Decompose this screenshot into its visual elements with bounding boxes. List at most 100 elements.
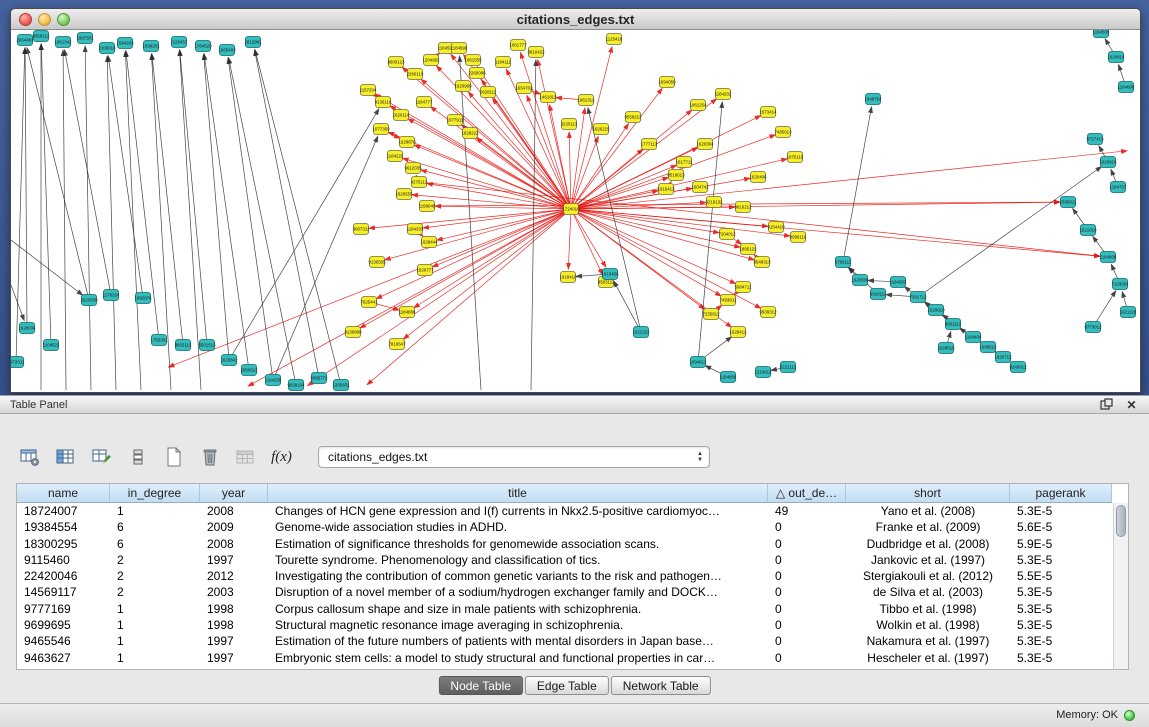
import-table-icon[interactable] bbox=[232, 445, 259, 469]
graph-node[interactable]: 1620114 bbox=[393, 110, 410, 121]
graph-node[interactable]: 1628222 bbox=[461, 128, 479, 139]
minimize-button[interactable] bbox=[38, 13, 51, 26]
graph-node[interactable]: 1961312 bbox=[577, 95, 595, 106]
edit-table-icon[interactable] bbox=[88, 445, 115, 469]
graph-node[interactable]: 9972011 bbox=[11, 357, 25, 368]
graph-edge[interactable] bbox=[414, 145, 571, 209]
graph-node[interactable]: 1694050 bbox=[658, 77, 676, 88]
graph-edge[interactable] bbox=[255, 50, 319, 378]
graph-node[interactable]: 8518613 bbox=[667, 170, 685, 181]
graph-node[interactable]: 1204962 bbox=[422, 55, 440, 66]
graph-node[interactable]: 8600123 bbox=[387, 57, 405, 68]
graph-edge[interactable] bbox=[360, 209, 571, 328]
graph-node[interactable]: 6919111 bbox=[870, 289, 887, 300]
column-header-short[interactable]: short bbox=[846, 484, 1010, 503]
graph-node[interactable]: 1620842 bbox=[220, 355, 238, 366]
graph-node[interactable]: 1620508 bbox=[851, 275, 869, 286]
graph-edge[interactable] bbox=[571, 209, 1100, 256]
graph-node[interactable]: 1628515 bbox=[937, 343, 955, 354]
network-canvas[interactable]: 1724010206448193582121061342198750121066… bbox=[11, 30, 1140, 392]
table-row[interactable]: 1830029562008Estimation of significance … bbox=[17, 536, 1128, 552]
graph-node[interactable]: 1626215 bbox=[592, 124, 610, 135]
graph-edge[interactable] bbox=[571, 209, 603, 275]
graph-edge[interactable] bbox=[571, 209, 790, 236]
graph-node[interactable]: 1184888 bbox=[399, 307, 416, 318]
graph-node[interactable]: 9612035 bbox=[404, 163, 422, 174]
graph-edge[interactable] bbox=[41, 44, 51, 345]
graph-edge[interactable] bbox=[568, 209, 571, 269]
graph-node[interactable]: 5501513 bbox=[198, 340, 216, 351]
graph-node[interactable]: 4275112 bbox=[411, 177, 428, 188]
graph-edge[interactable] bbox=[571, 151, 1127, 209]
graph-node[interactable]: 1621120 bbox=[1120, 307, 1137, 318]
tab-network-table[interactable]: Network Table bbox=[611, 676, 711, 695]
graph-node[interactable]: 1125418 bbox=[606, 34, 623, 45]
graph-edge[interactable] bbox=[27, 48, 89, 300]
graph-node[interactable]: 1628412 bbox=[729, 327, 747, 338]
graph-node[interactable]: 1918410 bbox=[559, 272, 577, 283]
graph-node[interactable]: 2012981 bbox=[244, 37, 262, 48]
close-button[interactable] bbox=[19, 13, 32, 26]
graph-node[interactable]: 1620406 bbox=[749, 172, 767, 183]
graph-node[interactable]: 7235812 bbox=[702, 309, 720, 320]
graph-node[interactable]: 9245012 bbox=[1009, 362, 1027, 373]
column-header-out_de[interactable]: △ out_de… bbox=[768, 484, 846, 503]
graph-node[interactable]: 1061777 bbox=[509, 40, 527, 51]
table-scrollbar[interactable] bbox=[1113, 503, 1128, 669]
graph-node[interactable]: 9928104 bbox=[287, 380, 305, 391]
graph-node[interactable]: 2260110 bbox=[407, 69, 424, 80]
graph-node[interactable]: 1604742 bbox=[691, 182, 709, 193]
graph-edge[interactable] bbox=[248, 209, 571, 386]
tab-node-table[interactable]: Node Table bbox=[438, 676, 523, 695]
graph-node[interactable]: 2064481 bbox=[16, 35, 34, 46]
graph-node[interactable]: 1184505 bbox=[1093, 30, 1110, 38]
function-builder-icon[interactable]: f(x) bbox=[268, 445, 295, 469]
column-header-year[interactable]: year bbox=[200, 484, 268, 503]
graph-node[interactable]: 6799111 bbox=[835, 257, 852, 268]
graph-node[interactable]: 8096110 bbox=[790, 232, 807, 243]
graph-node[interactable]: 9616212 bbox=[734, 202, 752, 213]
graph-node[interactable]: 2620509 bbox=[80, 295, 98, 306]
table-row[interactable]: 1456911722003Disruption of a novel membe… bbox=[17, 584, 1128, 600]
graph-node[interactable]: 1120457 bbox=[171, 37, 188, 48]
graph-node[interactable]: 9154410 bbox=[767, 222, 785, 233]
graph-node[interactable]: 1214612 bbox=[754, 367, 772, 378]
graph-edge[interactable] bbox=[180, 50, 201, 390]
graph-node[interactable]: 1461812 bbox=[539, 92, 557, 103]
graph-node[interactable]: 1157204 bbox=[360, 85, 377, 96]
graph-edge[interactable] bbox=[414, 209, 571, 308]
graph-edge[interactable] bbox=[419, 182, 1100, 256]
graph-node[interactable]: 1184111 bbox=[495, 57, 512, 68]
graph-edge[interactable] bbox=[63, 50, 66, 390]
graph-node[interactable]: 1698512 bbox=[979, 342, 997, 353]
table-row[interactable]: 1872400712008Changes of HCN gene express… bbox=[17, 503, 1128, 519]
graph-node[interactable]: 7103054 bbox=[1111, 279, 1129, 290]
graph-node[interactable]: 1965403 bbox=[218, 45, 236, 56]
graph-node[interactable]: 8727413 bbox=[1086, 134, 1104, 145]
graph-node[interactable]: 1184707 bbox=[1110, 182, 1127, 193]
table-row[interactable]: 977716911998Corpus callosum shape and si… bbox=[17, 601, 1128, 617]
table-mode-icon[interactable] bbox=[16, 445, 43, 469]
graph-node[interactable]: 5221112 bbox=[780, 362, 797, 373]
float-panel-icon[interactable] bbox=[1099, 397, 1114, 412]
graph-node[interactable]: 1918456 bbox=[601, 269, 619, 280]
delete-table-icon[interactable] bbox=[196, 445, 223, 469]
graph-node[interactable]: 7625441 bbox=[360, 297, 378, 308]
graph-node[interactable]: 1184999 bbox=[451, 43, 468, 54]
graph-edge[interactable] bbox=[367, 209, 571, 385]
graph-node[interactable]: 1184205 bbox=[265, 375, 282, 386]
graph-node[interactable]: 1620555 bbox=[395, 189, 413, 200]
graph-node[interactable]: 1875115 bbox=[787, 152, 804, 163]
table-select[interactable]: citations_edges.txt ▲▼ bbox=[318, 446, 710, 468]
graph-node[interactable]: 3220113 bbox=[561, 119, 578, 130]
graph-node[interactable]: 1948794 bbox=[864, 94, 882, 105]
graph-node[interactable]: 1620999 bbox=[454, 81, 472, 92]
graph-node[interactable]: 1620712 bbox=[994, 352, 1012, 363]
graph-node[interactable]: 1184606 bbox=[1118, 82, 1135, 93]
create-table-icon[interactable] bbox=[160, 445, 187, 469]
graph-node[interactable]: 1620777 bbox=[416, 265, 434, 276]
graph-edge[interactable] bbox=[614, 281, 641, 332]
graph-edge[interactable] bbox=[25, 48, 27, 328]
close-panel-icon[interactable]: ✕ bbox=[1124, 397, 1139, 412]
graph-node[interactable]: 7819647 bbox=[388, 339, 406, 350]
